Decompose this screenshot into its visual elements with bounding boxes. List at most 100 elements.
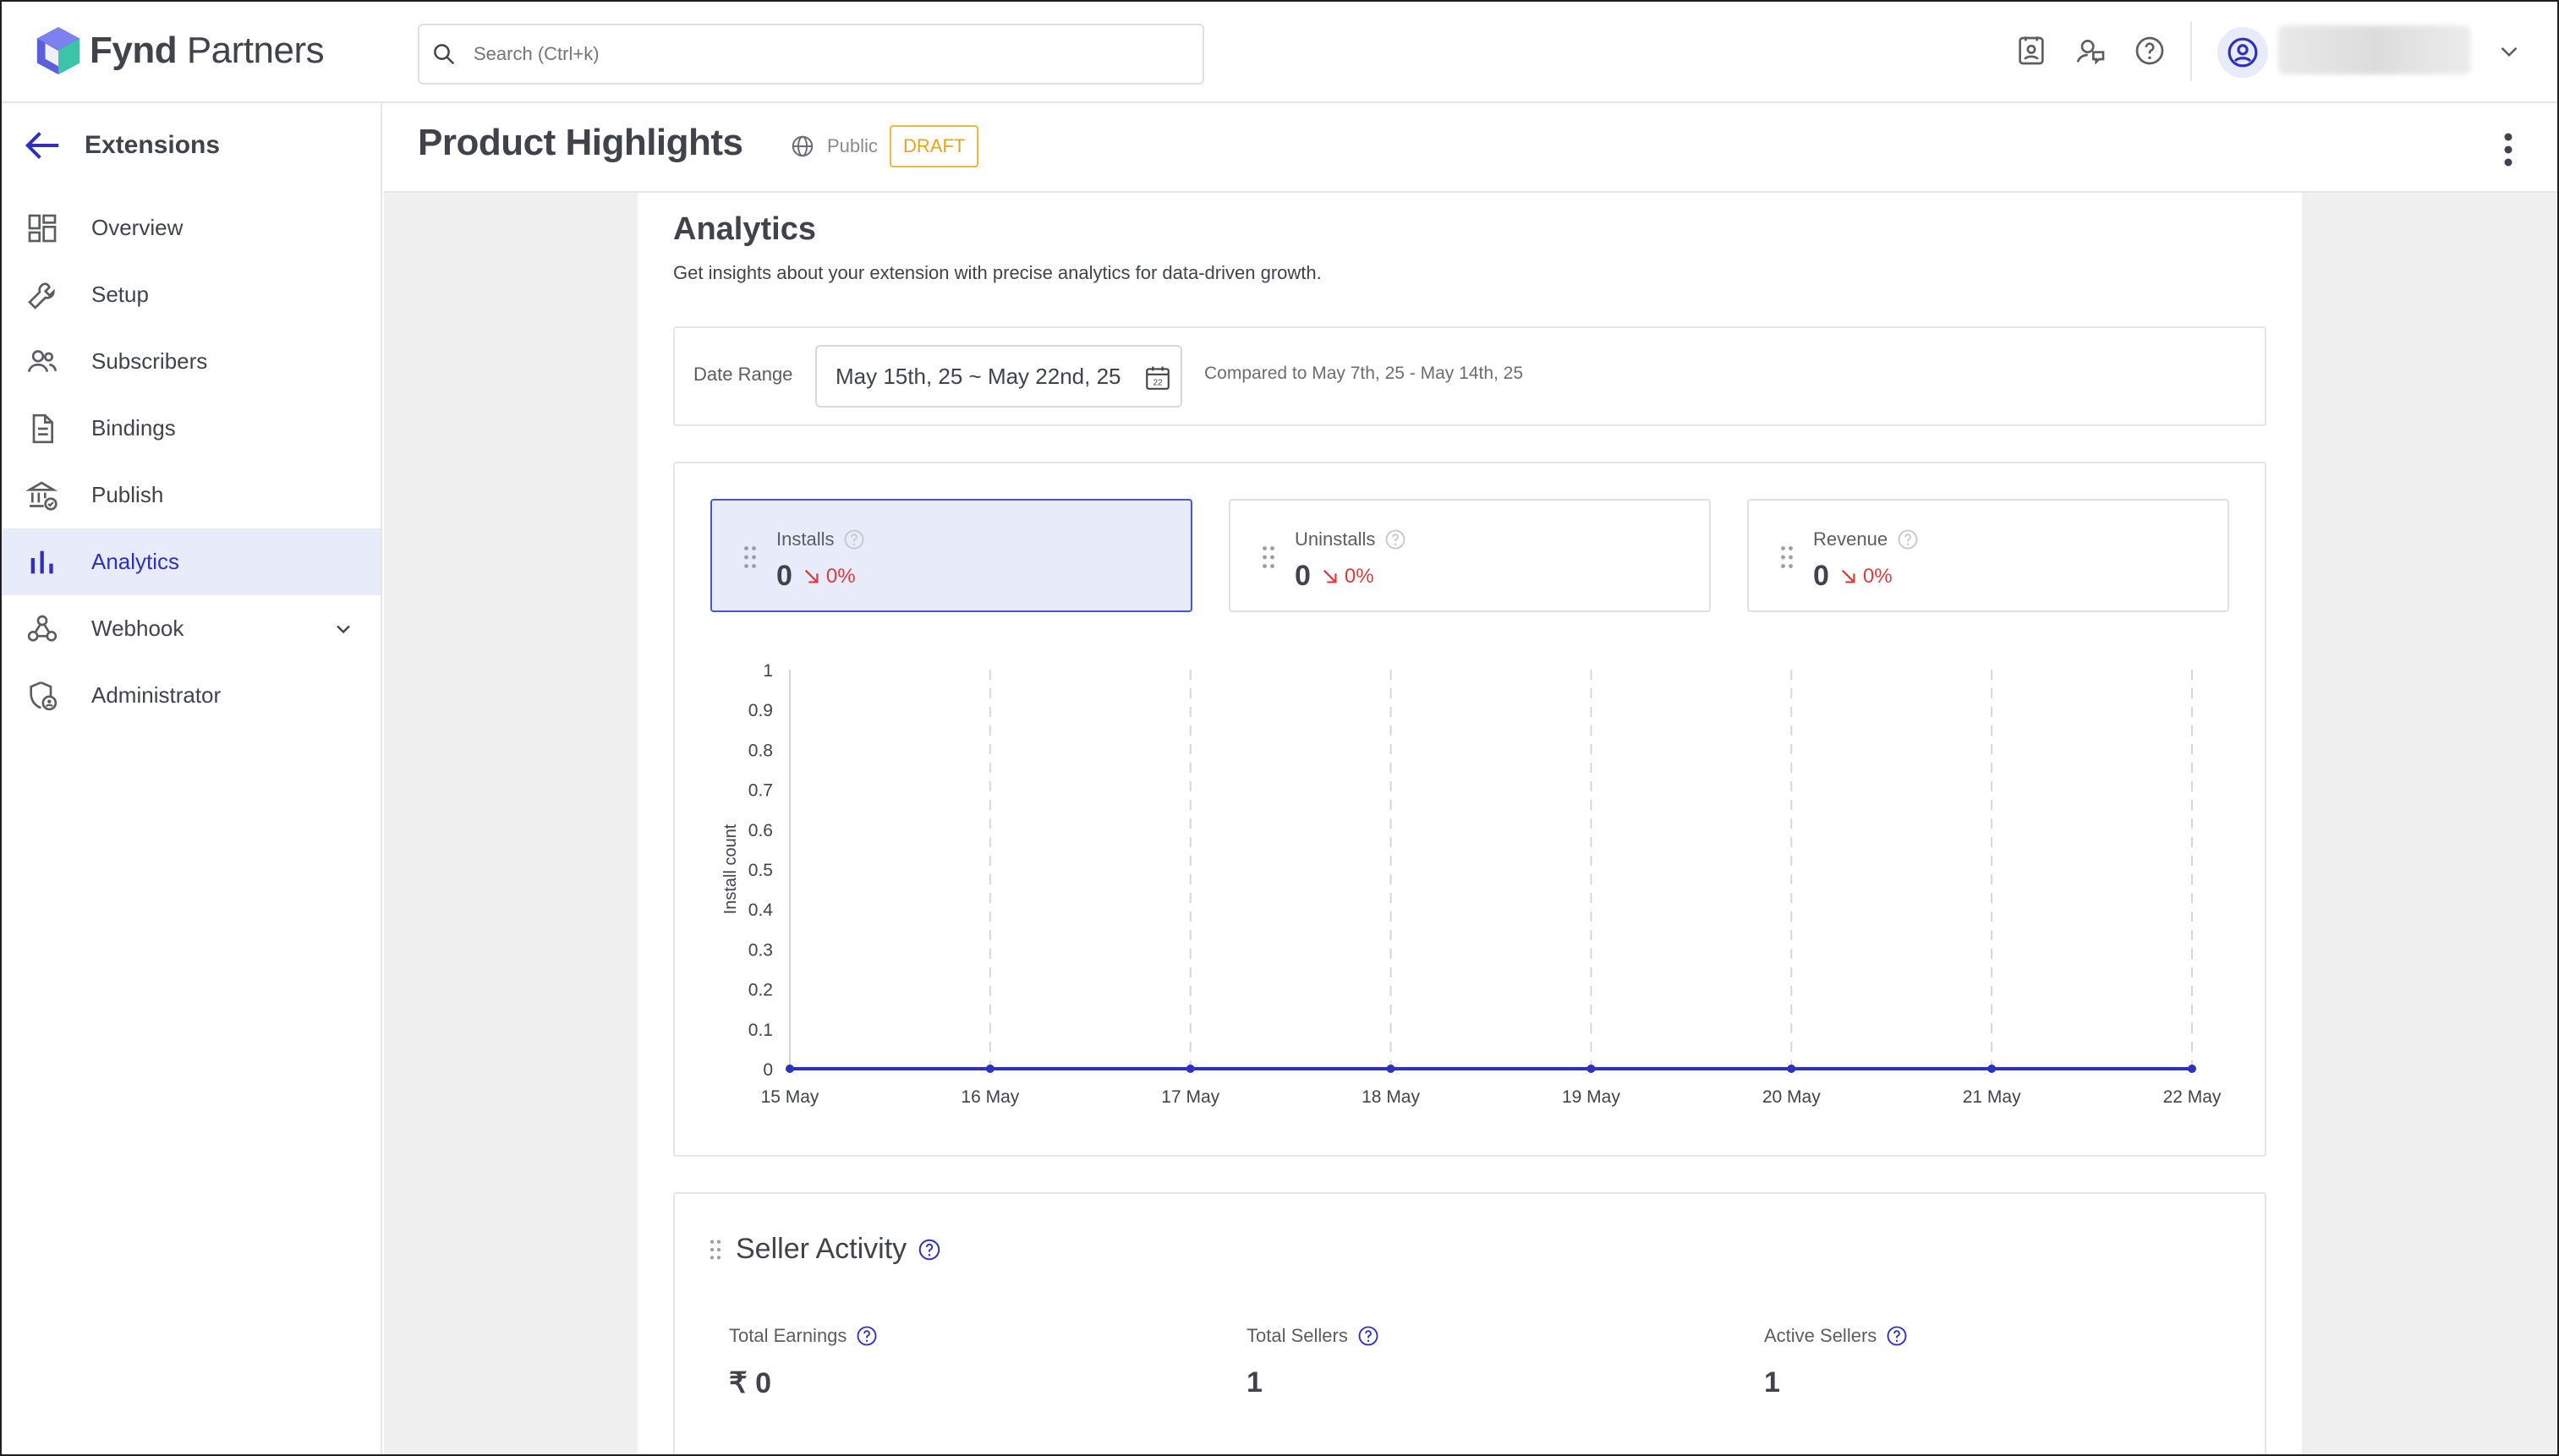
drag-handle-icon[interactable] bbox=[742, 545, 758, 570]
help-icon[interactable] bbox=[1356, 1324, 1380, 1348]
metric-card-revenue[interactable]: Revenue 0 0% bbox=[1747, 499, 2229, 612]
sidebar-item-administrator[interactable]: Administrator bbox=[0, 662, 381, 729]
y-tick-label: 0 bbox=[763, 1060, 773, 1080]
metric-value: 0 bbox=[776, 560, 792, 592]
users-icon bbox=[27, 349, 58, 372]
brand-name: Fynd Partners bbox=[90, 30, 325, 71]
page-title: Product Highlights bbox=[418, 122, 743, 163]
stat-value: 1 bbox=[1764, 1366, 1780, 1399]
sidebar-title: Extensions bbox=[85, 131, 221, 159]
brand-logo[interactable]: Fynd Partners bbox=[34, 25, 325, 76]
analytics-panel: Analytics Get insights about your extens… bbox=[638, 193, 2302, 1456]
help-icon[interactable] bbox=[855, 1324, 879, 1348]
section-title: Analytics bbox=[673, 211, 816, 247]
drag-handle-icon[interactable] bbox=[709, 1238, 722, 1262]
metric-delta: 0% bbox=[1862, 564, 1893, 588]
metric-card-uninstalls[interactable]: Uninstalls 0 0% bbox=[1229, 499, 1711, 612]
x-tick-label: 17 May bbox=[1161, 1087, 1219, 1107]
help-icon[interactable] bbox=[917, 1237, 942, 1262]
comparison-text: Compared to May 7th, 25 - May 14th, 25 bbox=[1204, 364, 1524, 383]
data-point bbox=[2188, 1065, 2196, 1073]
search-icon bbox=[434, 44, 455, 65]
sidebar-item-setup[interactable]: Setup bbox=[0, 261, 381, 328]
support-chat-icon bbox=[2076, 40, 2105, 65]
sidebar: Extensions Overview Setup Subscribers Bi… bbox=[0, 103, 382, 1456]
avatar[interactable] bbox=[2217, 27, 2268, 78]
arrow-down-right-icon bbox=[1323, 569, 1337, 583]
seller-activity-card: Seller Activity Total Earnings ₹ 0 Total… bbox=[673, 1192, 2266, 1456]
contact-card-button[interactable] bbox=[2013, 32, 2050, 69]
sidebar-item-subscribers[interactable]: Subscribers bbox=[0, 328, 381, 395]
sidebar-item-label: Publish bbox=[91, 482, 164, 507]
contact-card-icon bbox=[2019, 36, 2044, 65]
document-icon bbox=[32, 413, 53, 443]
search-bar[interactable] bbox=[418, 24, 1204, 85]
x-tick-label: 19 May bbox=[1562, 1087, 1620, 1107]
help-button[interactable] bbox=[2131, 32, 2168, 69]
metric-card-installs[interactable]: Installs 0 0% bbox=[710, 499, 1192, 612]
sidebar-item-publish[interactable]: Publish bbox=[0, 462, 381, 528]
stat-value: ₹ 0 bbox=[729, 1367, 771, 1399]
help-icon[interactable] bbox=[1384, 528, 1407, 551]
y-tick-label: 0.8 bbox=[748, 741, 773, 760]
date-range-label: Date Range bbox=[693, 364, 793, 385]
sidebar-item-bindings[interactable]: Bindings bbox=[0, 395, 381, 462]
installs-line-chart: 0 0.1 0.2 0.3 0.4 0.5 0.6 0.7 0.8 0.9 1 15 May 16 Ma… bbox=[721, 661, 2222, 1107]
bar-chart-icon bbox=[30, 550, 53, 573]
help-icon[interactable] bbox=[842, 528, 866, 551]
top-bar: Fynd Partners bbox=[0, 0, 2559, 103]
arrow-left-icon bbox=[25, 132, 59, 159]
help-icon[interactable] bbox=[1885, 1324, 1909, 1348]
username-redacted[interactable] bbox=[2278, 25, 2471, 74]
sidebar-item-webhook[interactable]: Webhook bbox=[0, 595, 381, 662]
seller-activity-title: Seller Activity bbox=[736, 1233, 907, 1265]
drag-handle-icon[interactable] bbox=[1779, 545, 1795, 570]
bank-icon bbox=[25, 480, 58, 511]
search-input[interactable] bbox=[474, 43, 1150, 65]
x-tick-label: 18 May bbox=[1362, 1087, 1420, 1107]
metric-delta: 0% bbox=[825, 564, 856, 588]
x-tick-label: 22 May bbox=[2163, 1087, 2222, 1107]
help-icon[interactable] bbox=[1896, 528, 1920, 551]
sidebar-item-label: Analytics bbox=[91, 549, 180, 574]
sidebar-item-label: Bindings bbox=[91, 415, 176, 441]
data-point bbox=[985, 1065, 995, 1073]
sidebar-item-analytics[interactable]: Analytics bbox=[0, 528, 381, 595]
arrow-down-right-icon bbox=[804, 569, 819, 583]
data-point bbox=[1386, 1065, 1395, 1073]
visibility-indicator: Public bbox=[790, 134, 878, 159]
metric-delta: 0% bbox=[1344, 564, 1374, 588]
section-subtitle: Get insights about your extension with p… bbox=[673, 262, 1322, 283]
date-range-picker[interactable]: May 15th, 25 ~ May 22nd, 25 22 bbox=[815, 345, 1182, 408]
sidebar-item-label: Administrator bbox=[91, 682, 222, 708]
divider bbox=[2190, 22, 2192, 81]
data-point bbox=[1987, 1065, 1997, 1073]
metric-value: 0 bbox=[1295, 560, 1311, 592]
chevron-down-icon[interactable] bbox=[2495, 37, 2523, 66]
y-tick-label: 0.9 bbox=[748, 701, 773, 720]
sidebar-item-overview[interactable]: Overview bbox=[0, 194, 381, 261]
visibility-label: Public bbox=[827, 135, 878, 156]
data-point bbox=[786, 1065, 794, 1073]
sidebar-item-label: Subscribers bbox=[91, 348, 208, 374]
back-to-extensions[interactable]: Extensions bbox=[24, 129, 220, 162]
installs-chart-card: Installs 0 0% Uninstalls 0 0% Revenue 0 … bbox=[673, 462, 2266, 1157]
drag-handle-icon[interactable] bbox=[1261, 545, 1276, 570]
support-button[interactable] bbox=[2072, 32, 2109, 69]
stat-label: Total Earnings bbox=[729, 1325, 847, 1346]
wrench-icon bbox=[28, 282, 55, 309]
x-tick-label: 20 May bbox=[1762, 1087, 1821, 1107]
data-point bbox=[1586, 1065, 1596, 1073]
stat-label: Active Sellers bbox=[1764, 1325, 1877, 1346]
y-tick-label: 0.5 bbox=[748, 861, 773, 880]
more-options-icon[interactable] bbox=[2491, 129, 2525, 171]
y-tick-label: 0.1 bbox=[748, 1021, 773, 1040]
y-tick-label: 0.7 bbox=[748, 781, 773, 801]
metric-value: 0 bbox=[1813, 560, 1829, 592]
y-tick-label: 1 bbox=[763, 661, 773, 681]
grid-icon bbox=[28, 214, 57, 242]
shield-user-icon bbox=[30, 681, 58, 710]
status-badge: DRAFT bbox=[890, 125, 979, 167]
chevron-down-icon[interactable] bbox=[332, 617, 355, 641]
user-avatar-icon bbox=[2227, 37, 2258, 68]
